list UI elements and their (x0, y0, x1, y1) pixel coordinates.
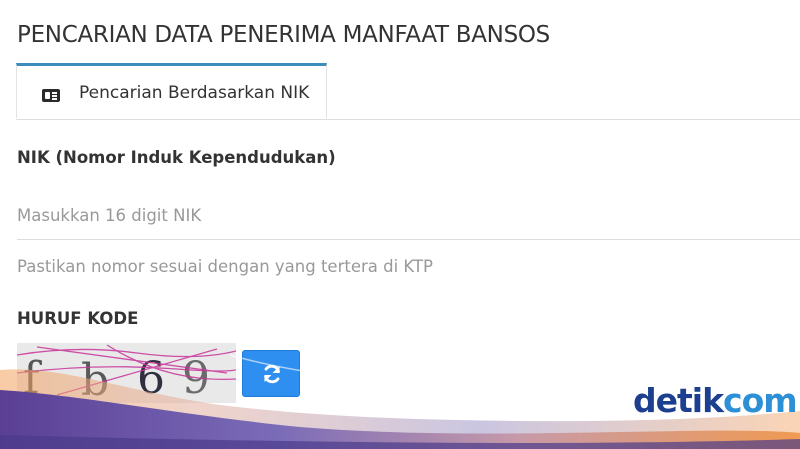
nik-input[interactable] (17, 192, 800, 240)
detikcom-logo: detikcom (633, 381, 798, 420)
tab-search-by-nik[interactable]: Pencarian Berdasarkan NIK (16, 63, 327, 118)
tab-bar: Pencarian Berdasarkan NIK (16, 63, 800, 120)
refresh-icon (264, 364, 280, 384)
nik-help-text: Pastikan nomor sesuai dengan yang terter… (17, 257, 433, 276)
captcha-image: f b 6 9 (17, 343, 236, 403)
refresh-captcha-button[interactable] (242, 350, 300, 397)
captcha-char: f (23, 353, 42, 403)
page-title: PENCARIAN DATA PENERIMA MANFAAT BANSOS (17, 22, 550, 49)
logo-secondary-text: com (723, 381, 798, 420)
logo-primary-text: detik (633, 381, 724, 420)
captcha-char: b (81, 355, 109, 403)
tab-label: Pencarian Berdasarkan NIK (79, 83, 310, 103)
captcha-char: 6 (137, 353, 165, 403)
id-card-icon (42, 89, 60, 102)
captcha-label: HURUF KODE (17, 309, 139, 328)
nik-label: NIK (Nomor Induk Kependudukan) (17, 148, 336, 167)
